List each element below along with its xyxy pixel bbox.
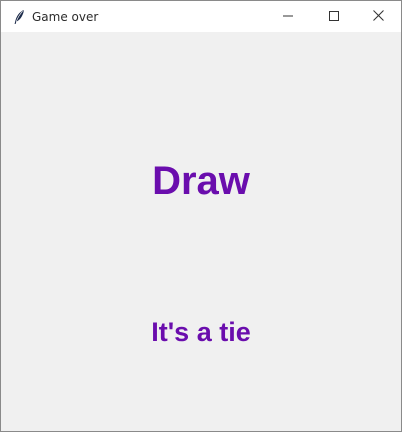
game-over-window: Game over Draw It's a tie [0,0,402,432]
minimize-button[interactable] [265,1,311,32]
title-bar[interactable]: Game over [1,1,401,32]
result-detail: It's a tie [151,317,251,347]
result-heading: Draw [152,159,250,203]
feather-icon [12,9,26,25]
game-over-content: Draw It's a tie [1,32,401,431]
window-title: Game over [32,10,99,24]
close-button[interactable] [355,1,401,32]
maximize-button[interactable] [311,1,357,32]
minimize-icon [283,8,293,26]
maximize-icon [329,8,339,26]
close-icon [372,8,384,26]
